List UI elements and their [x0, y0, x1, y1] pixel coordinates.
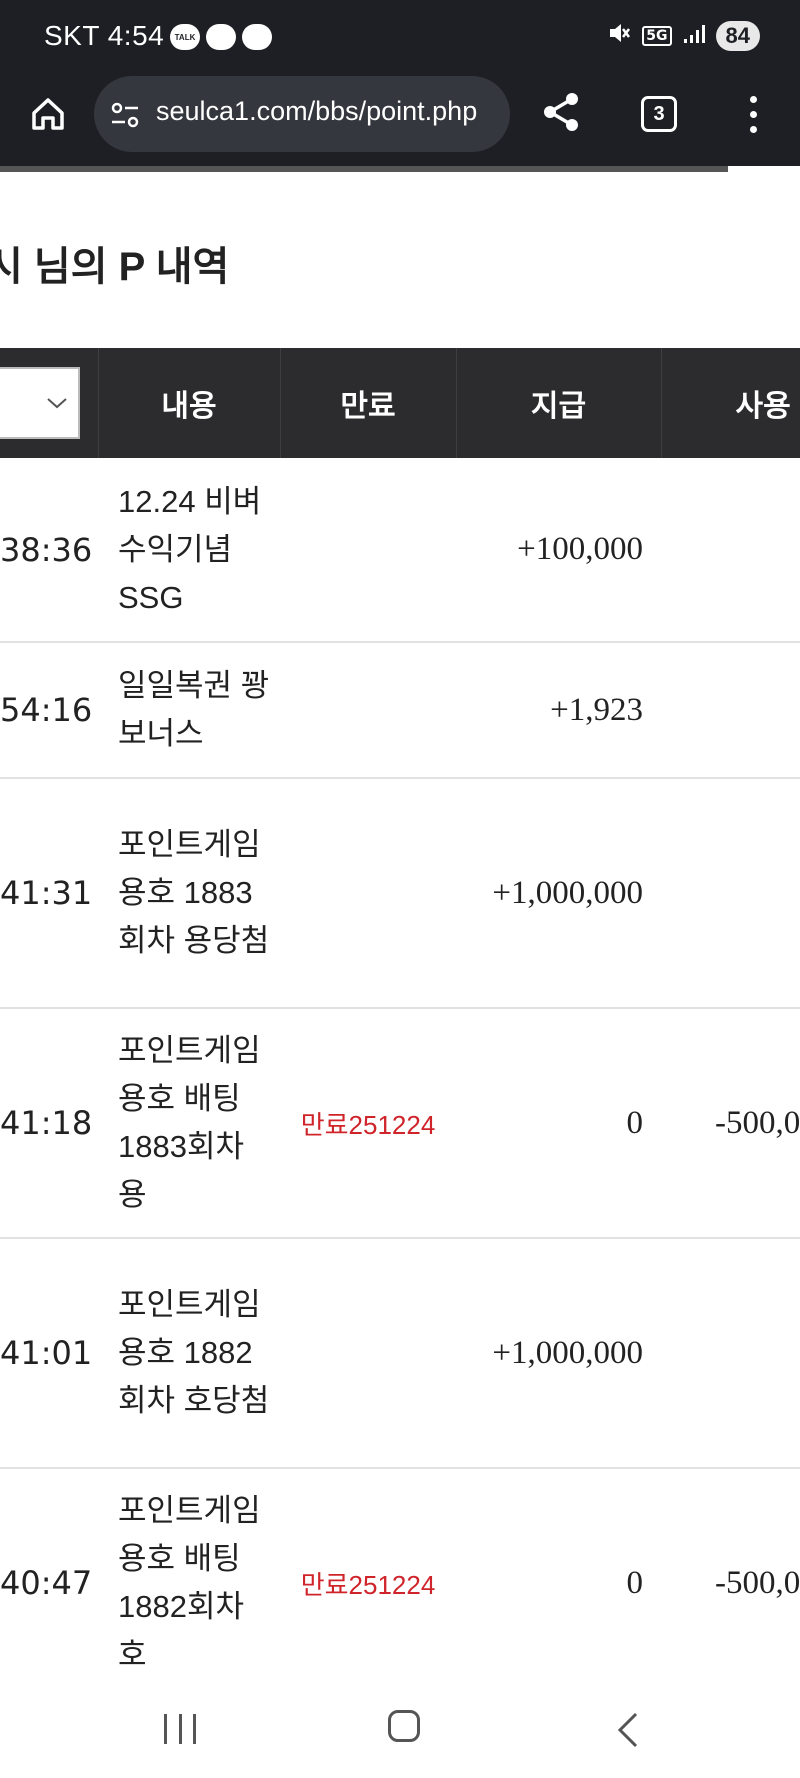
header-used: 사용	[661, 348, 800, 458]
home-nav-icon[interactable]	[388, 1710, 420, 1742]
sort-select[interactable]	[0, 367, 80, 439]
row-granted: +100,000	[517, 531, 643, 567]
table-header-row: 내용 만료 지급 사용	[0, 348, 800, 458]
row-granted: 0	[626, 1104, 644, 1141]
share-icon[interactable]	[540, 90, 588, 138]
row-used	[661, 778, 800, 1008]
table-row: 41:18 포인트게임 용호 배팅 1883회차 용 만료251224 0 -500,0	[0, 1008, 800, 1238]
row-time: 54:16	[0, 691, 93, 729]
points-table-container[interactable]: 내용 만료 지급 사용 38:36 12.24 비벼 수익기념 SSG +100,0…	[0, 348, 800, 1678]
row-expiry	[280, 1238, 456, 1468]
site-settings-icon[interactable]	[108, 98, 142, 132]
browser-toolbar: seulca1.com/bbs/point.php 3	[0, 72, 800, 156]
url-text[interactable]: seulca1.com/bbs/point.php	[156, 96, 506, 127]
recents-icon[interactable]	[164, 1714, 196, 1746]
row-used: -500,0	[715, 1104, 800, 1141]
row-description: 12.24 비벼 수익기념 SSG	[118, 483, 262, 615]
row-used: -500,0	[715, 1564, 800, 1601]
table-row: 40:47 포인트게임 용호 배팅 1882회차 호 만료251224 0 -500,0	[0, 1468, 800, 1678]
home-icon[interactable]	[24, 90, 72, 138]
notification-icons: TALK	[170, 24, 272, 50]
row-used	[661, 642, 800, 778]
network-5g-icon: 5G	[642, 26, 672, 46]
row-description: 포인트게임 용호 1882회차 호당첨	[118, 1287, 270, 1418]
carrier-time: SKT 4:54	[44, 20, 165, 51]
tab-switcher-icon[interactable]: 3	[641, 96, 677, 132]
row-expiry: 만료251224	[300, 1109, 436, 1140]
row-expiry	[280, 642, 456, 778]
chat-bubble-icon	[242, 24, 272, 50]
row-description: 포인트게임 용호 1883회차 용당첨	[118, 827, 270, 958]
table-row: 38:36 12.24 비벼 수익기념 SSG +100,000	[0, 458, 800, 642]
row-expiry: 만료251224	[300, 1569, 436, 1600]
header-granted: 지급	[456, 348, 662, 458]
row-expiry	[280, 778, 456, 1008]
row-granted: 0	[626, 1564, 644, 1601]
address-bar[interactable]: seulca1.com/bbs/point.php	[94, 76, 510, 152]
page-title: 시 님의 P 내역	[0, 245, 230, 289]
row-granted: +1,000,000	[492, 874, 643, 911]
row-description: 포인트게임 용호 배팅 1882회차 호	[118, 1493, 261, 1672]
row-time: 38:36	[0, 530, 93, 569]
row-time: 40:47	[0, 1564, 93, 1602]
row-used	[661, 458, 800, 642]
battery-icon: 84	[715, 21, 760, 51]
status-bar: SKT 4:54 TALK 5G 84	[0, 0, 800, 72]
row-time: 41:31	[0, 874, 93, 912]
chat-bubble-icon	[206, 24, 236, 50]
header-expiry: 만료	[280, 348, 457, 458]
header-description: 내용	[98, 348, 281, 458]
system-icons: 5G 84	[606, 20, 760, 52]
sort-select-cell	[0, 348, 99, 458]
navigation-bar	[0, 1678, 800, 1778]
page-load-progress-fill	[0, 166, 728, 172]
row-expiry	[280, 458, 456, 642]
table-body: 38:36 12.24 비벼 수익기념 SSG +100,000 54:16 일일복권 …	[0, 458, 800, 1678]
table-row: 54:16 일일복권 꽝 보너스 +1,923	[0, 642, 800, 778]
kakaotalk-icon: TALK	[170, 24, 200, 50]
row-granted: +1,000,000	[492, 1334, 643, 1371]
row-time: 41:01	[0, 1334, 93, 1372]
row-used	[661, 1238, 800, 1468]
page-load-progress	[0, 166, 800, 172]
points-table: 내용 만료 지급 사용 38:36 12.24 비벼 수익기념 SSG +100,0…	[0, 348, 800, 1678]
table-row: 41:01 포인트게임 용호 1882회차 호당첨 +1,000,000	[0, 1238, 800, 1468]
mute-icon	[606, 20, 632, 52]
back-icon[interactable]	[612, 1710, 646, 1750]
signal-icon	[682, 21, 706, 51]
browser-chrome: SKT 4:54 TALK 5G 84 seulca1.com/bbs/poin…	[0, 0, 800, 172]
row-granted: +1,923	[550, 691, 643, 728]
row-time: 41:18	[0, 1104, 93, 1142]
table-row: 41:31 포인트게임 용호 1883회차 용당첨 +1,000,000	[0, 778, 800, 1008]
row-description: 포인트게임 용호 배팅 1883회차 용	[118, 1033, 261, 1212]
more-menu-icon[interactable]	[738, 90, 768, 138]
row-description: 일일복권 꽝 보너스	[118, 668, 270, 751]
chevron-down-icon	[47, 398, 67, 409]
